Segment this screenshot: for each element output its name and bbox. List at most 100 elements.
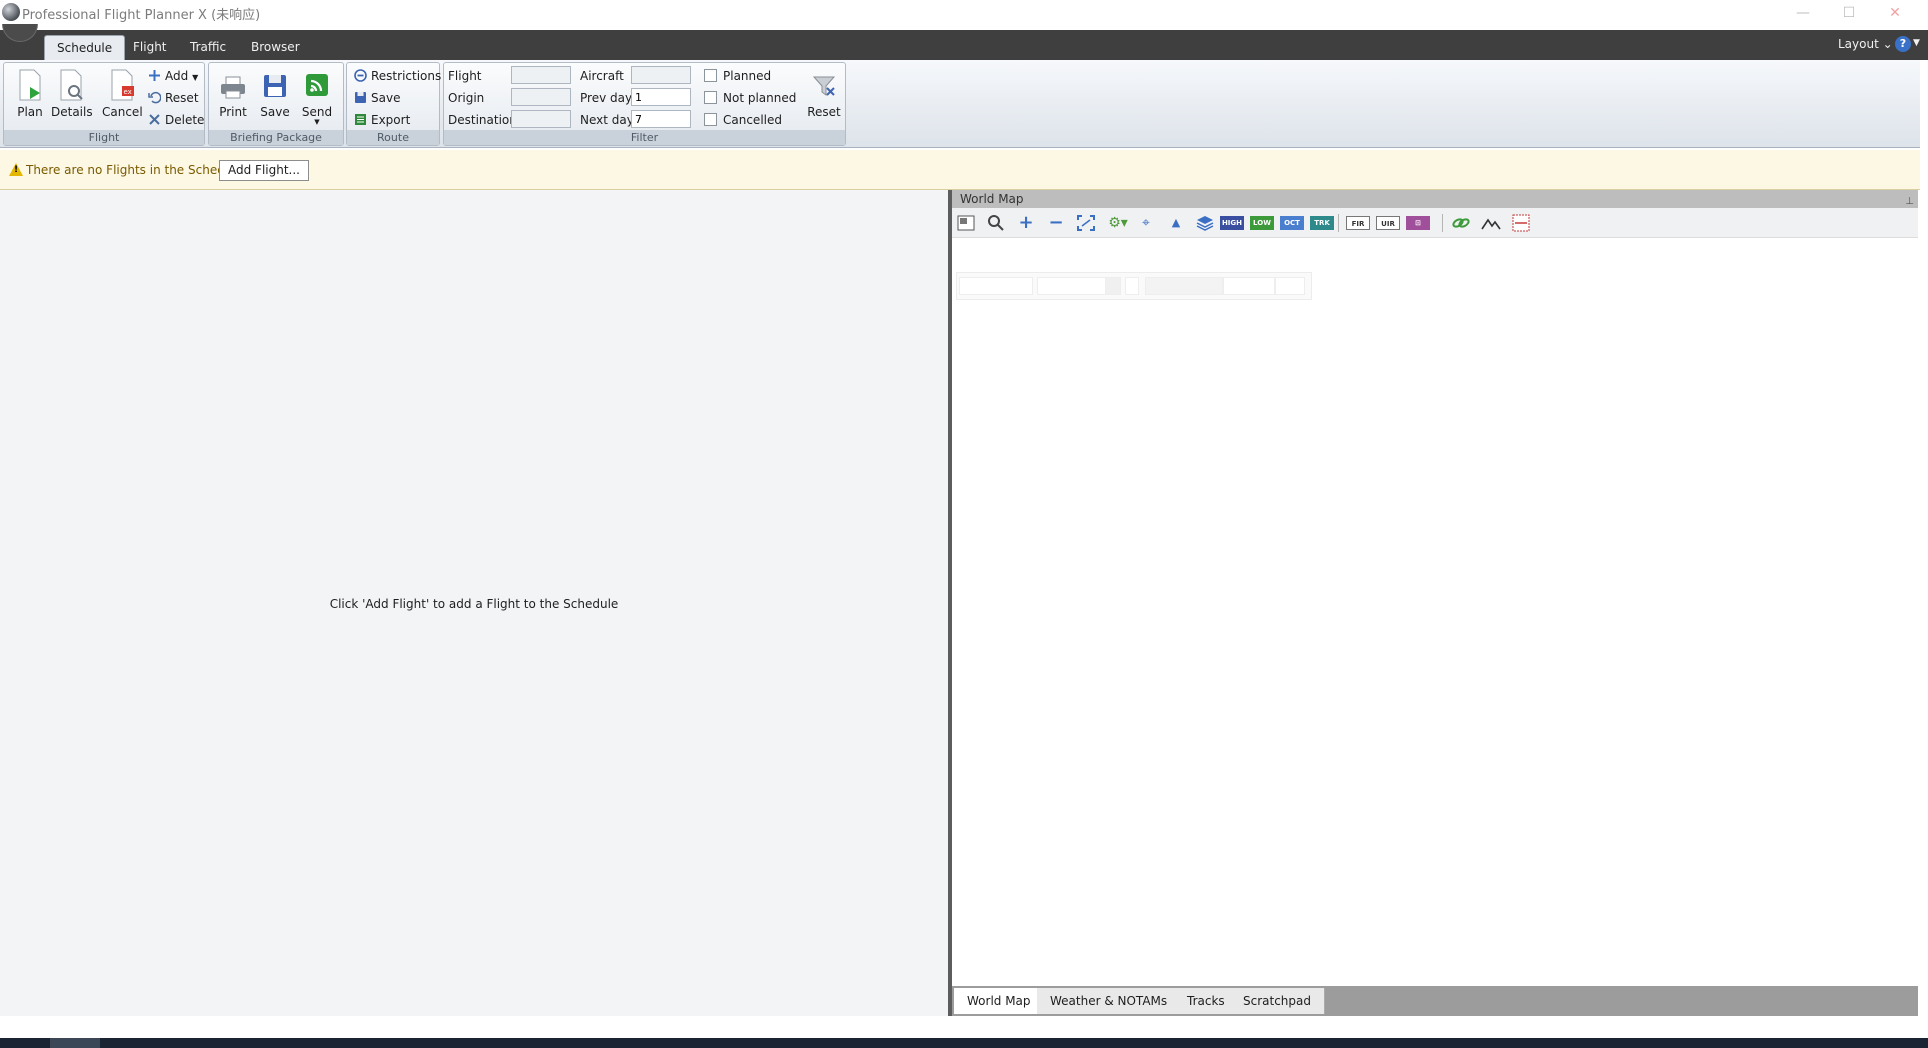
window-layout-icon[interactable] <box>956 214 976 232</box>
app-globe-icon[interactable] <box>2 3 20 21</box>
ribbon: Plan Details ex Cancel Add ▼ Reset Delet… <box>0 60 1920 148</box>
title-bar: Professional Flight Planner X (未响应) — ☐ … <box>0 0 1928 30</box>
tab-tracks[interactable]: Tracks <box>1174 988 1239 1014</box>
reset-button[interactable]: Reset <box>148 89 199 107</box>
filter-origin-label: Origin <box>448 91 485 105</box>
minimize-button[interactable]: — <box>1780 0 1826 26</box>
zoom-out-icon[interactable]: − <box>1046 214 1066 232</box>
filter-destination-label: Destination <box>448 113 517 127</box>
layout-menu[interactable]: Layout ⌄ <box>1838 37 1893 51</box>
export-route-button[interactable]: Export <box>354 111 410 129</box>
link-chain-icon[interactable] <box>1451 214 1471 232</box>
export-sheet-icon <box>355 114 366 125</box>
taskbar-app-item[interactable] <box>50 1038 100 1048</box>
tab-schedule[interactable]: Schedule <box>44 35 126 60</box>
help-icon[interactable]: ? <box>1895 36 1911 52</box>
tab-browser[interactable]: Browser <box>239 35 312 60</box>
info-bar: ! There are no Flights in the Schedule A… <box>0 150 1920 190</box>
schedule-empty-message: Click 'Add Flight' to add a Flight to th… <box>329 597 619 611</box>
chevron-down-icon: ▼ <box>314 118 320 126</box>
map-toolbar: + − ⚙▾ ⌖ ▲ HIGH LOW OCT TRK FIR UIR ⊡ <box>952 208 1918 238</box>
group-filter: Flight Origin Destination Aircraft Prev … <box>443 62 846 146</box>
tab-traffic[interactable]: Traffic <box>178 35 238 60</box>
send-button[interactable]: Send ▼ <box>297 67 337 127</box>
fit-extent-icon[interactable] <box>1076 214 1096 232</box>
filter-destination-input[interactable] <box>511 110 571 128</box>
chevron-down-icon[interactable]: ▼ <box>1913 38 1920 48</box>
high-airways-toggle[interactable]: HIGH <box>1220 216 1244 230</box>
filter-next-days-input[interactable] <box>631 110 691 128</box>
map-bottom-tabs: World Map Weather & NOTAMs Tracks Scratc… <box>952 986 1918 1016</box>
filter-flight-label: Flight <box>448 69 482 83</box>
settings-gear-icon[interactable]: ⚙▾ <box>1106 214 1130 232</box>
plan-icon <box>19 69 41 101</box>
rss-send-icon <box>306 74 328 96</box>
chevron-down-icon: ▼ <box>192 73 199 82</box>
filter-prev-days-input[interactable] <box>631 88 691 106</box>
maximize-button[interactable]: ☐ <box>1826 0 1872 26</box>
planned-label: Planned <box>723 69 772 83</box>
filter-prev-days-label: Prev days <box>580 91 639 105</box>
group-label-flight: Flight <box>4 130 204 145</box>
schedule-pane: Click 'Add Flight' to add a Flight to th… <box>0 190 948 1016</box>
low-airways-toggle[interactable]: LOW <box>1250 216 1274 230</box>
tab-world-map[interactable]: World Map <box>954 988 1045 1014</box>
no-flights-message: There are no Flights in the Schedule <box>26 163 244 177</box>
zoom-search-icon[interactable] <box>986 214 1006 232</box>
group-route: Restrictions Save Export Route <box>346 62 441 146</box>
oceanic-toggle[interactable]: OCT <box>1280 216 1304 230</box>
close-button[interactable]: ✕ <box>1872 0 1918 26</box>
filter-aircraft-label: Aircraft <box>580 69 624 83</box>
print-button[interactable]: Print <box>213 67 253 127</box>
printer-icon <box>221 76 245 99</box>
restrictions-button[interactable]: Restrictions <box>354 67 441 85</box>
fir-toggle[interactable]: FIR <box>1346 216 1370 230</box>
cancel-flight-button[interactable]: ex Cancel <box>102 67 143 127</box>
cancel-icon: ex <box>111 69 134 101</box>
weather-station-icon[interactable] <box>1511 214 1531 232</box>
not-planned-label: Not planned <box>723 91 797 105</box>
group-label-briefing: Briefing Package <box>209 130 343 145</box>
world-map-header: World Map ⊥ <box>952 190 1918 208</box>
uir-toggle[interactable]: UIR <box>1376 216 1400 230</box>
group-flight: Plan Details ex Cancel Add ▼ Reset Delet… <box>3 62 205 146</box>
save-briefing-button[interactable]: Save <box>255 67 295 127</box>
details-button[interactable]: Details <box>51 67 93 127</box>
plus-icon <box>149 70 160 81</box>
floppy-disk-icon <box>355 92 366 103</box>
elevation-profile-icon[interactable] <box>1481 214 1501 232</box>
plan-button[interactable]: Plan <box>10 67 50 127</box>
add-flight-button[interactable]: Add Flight... <box>219 160 309 181</box>
add-button[interactable]: Add ▼ <box>148 67 198 85</box>
planned-checkbox[interactable] <box>704 69 717 82</box>
details-icon <box>60 69 83 101</box>
filter-clear-icon <box>812 76 836 96</box>
ribbon-tab-bar: Schedule Flight Traffic Browser Layout ⌄… <box>0 30 1928 60</box>
filter-flight-input[interactable] <box>511 66 571 84</box>
tracks-toggle[interactable]: TRK <box>1310 216 1334 230</box>
tab-weather-notams[interactable]: Weather & NOTAMs <box>1037 988 1182 1014</box>
delete-button[interactable]: Delete <box>148 111 204 129</box>
toolbar-separator <box>1442 214 1443 232</box>
zoom-in-icon[interactable]: + <box>1016 214 1036 232</box>
no-entry-icon <box>354 69 367 82</box>
svg-text:ex: ex <box>124 88 132 96</box>
layers-icon[interactable] <box>1195 214 1215 232</box>
tab-flight[interactable]: Flight <box>121 35 179 60</box>
world-map-pane: World Map ⊥ + − ⚙▾ ⌖ ▲ HIGH LOW OCT TRK … <box>952 190 1918 1016</box>
not-planned-checkbox[interactable] <box>704 91 717 104</box>
terrain-triangle-icon[interactable]: ▲ <box>1166 214 1186 232</box>
filter-origin-input[interactable] <box>511 88 571 106</box>
save-route-button[interactable]: Save <box>354 89 400 107</box>
crosshair-icon[interactable]: ⌖ <box>1136 214 1156 232</box>
cancelled-label: Cancelled <box>723 113 782 127</box>
status-bar <box>0 1016 1928 1038</box>
filter-aircraft-input[interactable] <box>631 66 691 84</box>
group-label-filter: Filter <box>444 130 845 145</box>
filter-reset-button[interactable]: Reset <box>804 67 844 127</box>
delete-x-icon <box>149 114 160 125</box>
undo-icon <box>148 91 161 104</box>
cancelled-checkbox[interactable] <box>704 113 717 126</box>
restricted-areas-toggle[interactable]: ⊡ <box>1406 216 1430 230</box>
tab-scratchpad[interactable]: Scratchpad <box>1230 988 1325 1014</box>
